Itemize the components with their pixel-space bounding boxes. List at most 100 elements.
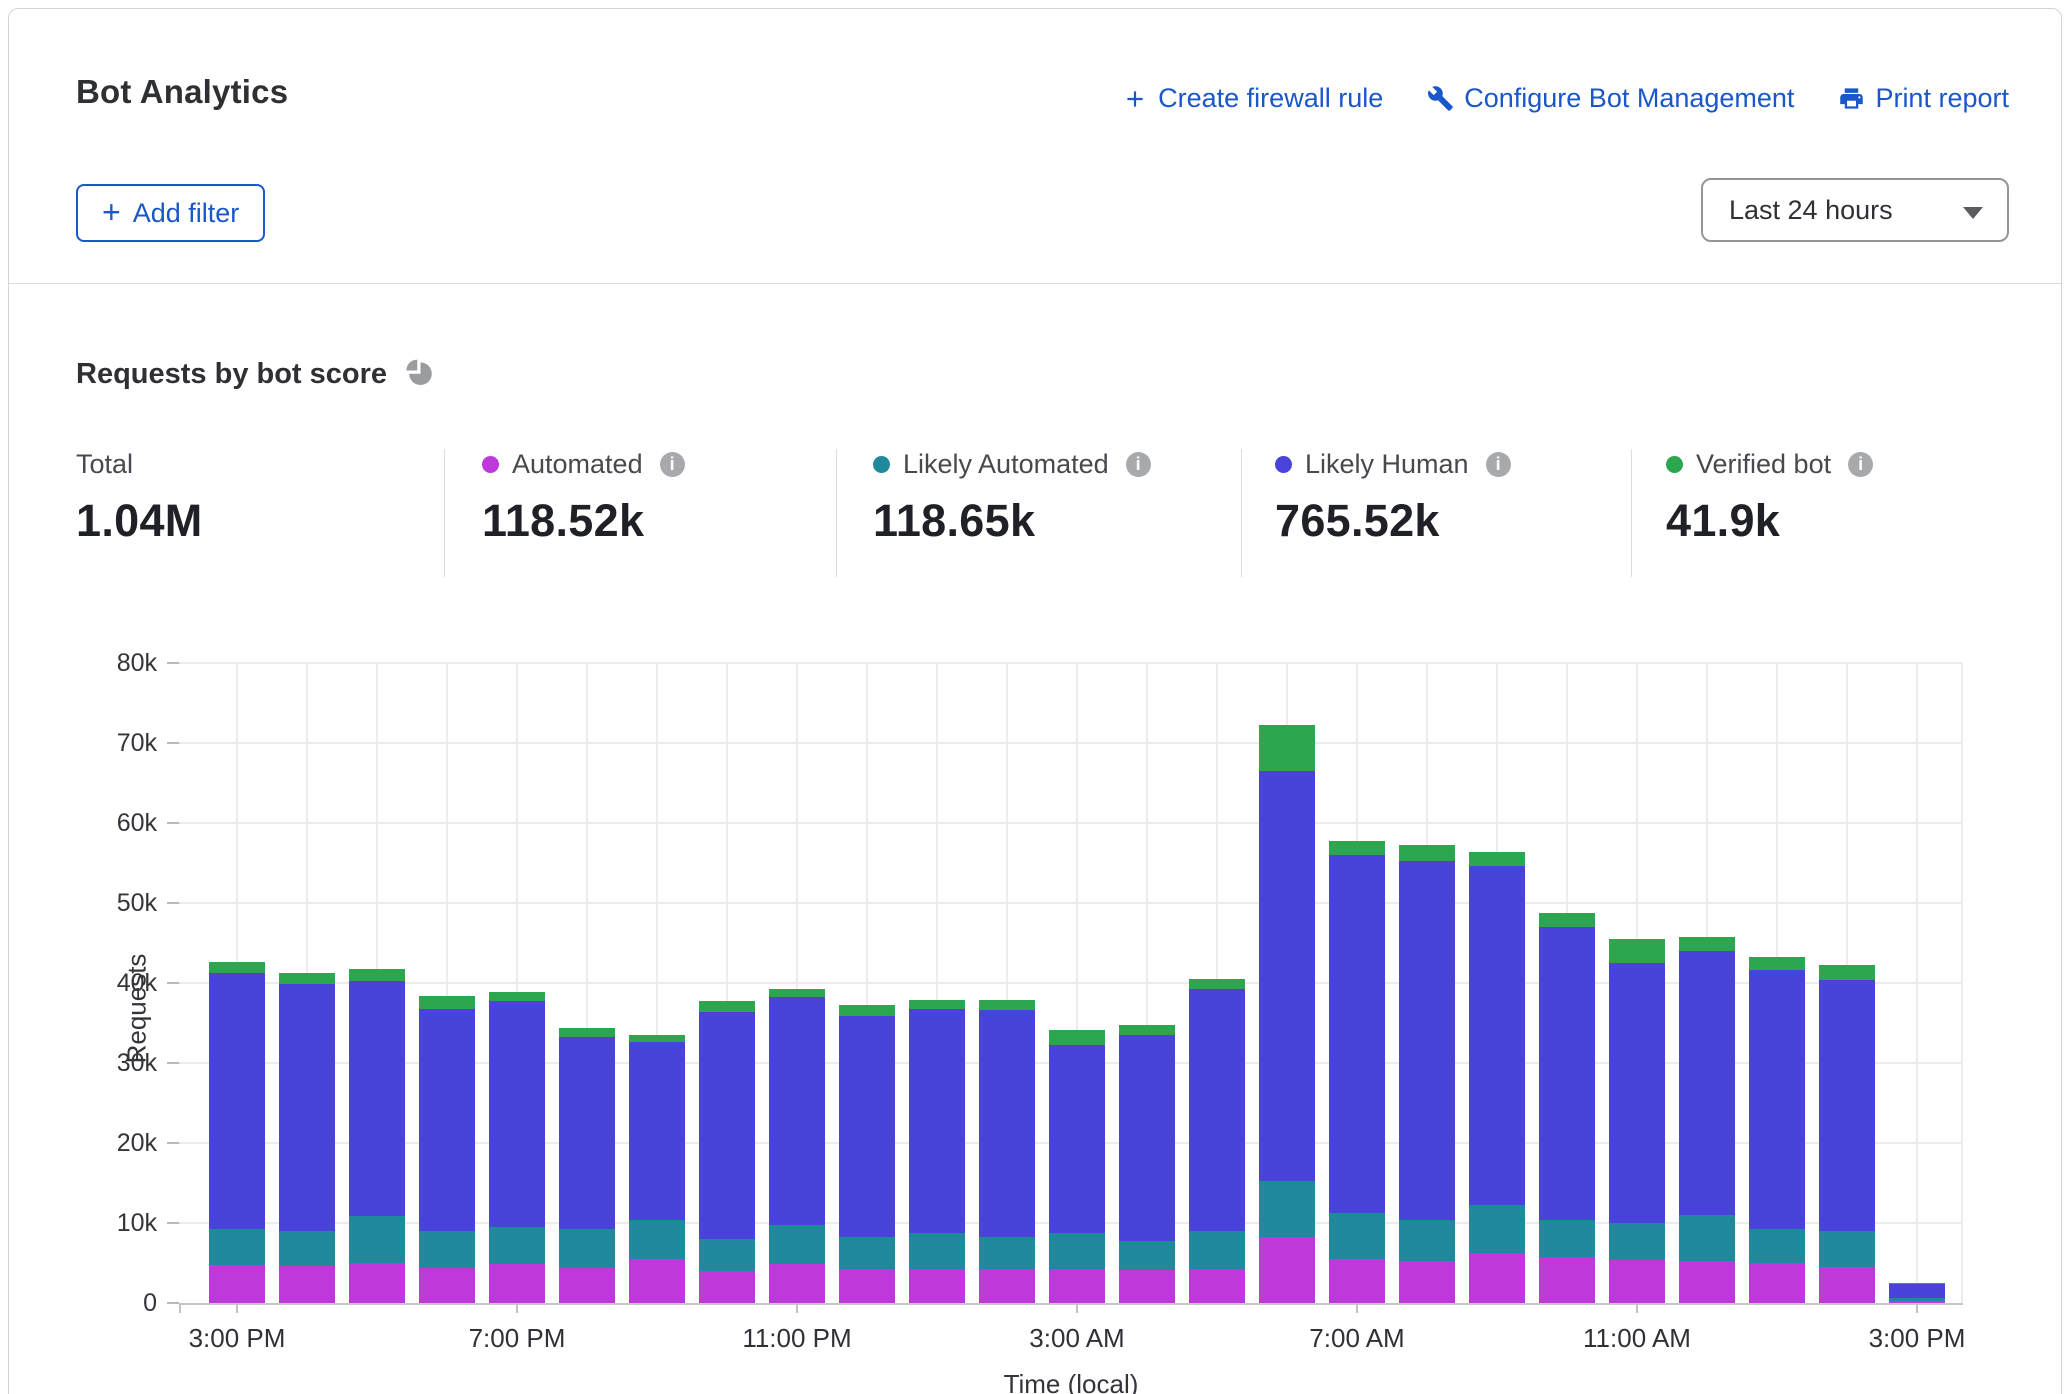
stat-label: Total (76, 449, 133, 480)
time-range-value: Last 24 hours (1729, 195, 1893, 226)
bar-segment-verified-bot (979, 1000, 1035, 1010)
create-firewall-rule-link[interactable]: Create firewall rule (1122, 83, 1383, 114)
chart-bar[interactable] (1399, 845, 1455, 1303)
bar-segment-likely-human (279, 984, 335, 1231)
bot-analytics-page: Bot Analytics Create firewall rule Confi… (0, 0, 2070, 1394)
y-tick-label: 30k (39, 1050, 157, 1076)
bar-segment-verified-bot (489, 992, 545, 1002)
chart-bar[interactable] (1329, 841, 1385, 1303)
bar-segment-likely-human (1049, 1045, 1105, 1233)
stat-divider (1241, 449, 1242, 577)
bar-segment-verified-bot (1469, 852, 1525, 866)
info-icon[interactable]: i (1126, 452, 1151, 477)
chart-bar[interactable] (419, 996, 475, 1303)
x-tick-label: 3:00 AM (997, 1323, 1157, 1354)
y-tick-label: 60k (39, 810, 157, 836)
stat-label: Likely Human (1305, 449, 1469, 480)
bar-segment-verified-bot (209, 962, 265, 972)
bar-segment-likely-human (209, 973, 265, 1230)
time-range-select[interactable]: Last 24 hours (1701, 178, 2009, 242)
chart-bar[interactable] (699, 1001, 755, 1303)
bar-segment-likely-human (419, 1009, 475, 1231)
bar-segment-likely-human (489, 1001, 545, 1227)
chart-bar[interactable] (1119, 1025, 1175, 1303)
stat-label: Likely Automated (903, 449, 1109, 480)
x-tick (516, 1303, 518, 1313)
bar-segment-verified-bot (1539, 913, 1595, 927)
chart-bar[interactable] (489, 992, 545, 1303)
bar-segment-verified-bot (839, 1005, 895, 1015)
chart-bar[interactable] (839, 1005, 895, 1303)
chart-bar[interactable] (1469, 852, 1525, 1303)
chart-bar[interactable] (909, 1000, 965, 1303)
chart-bar[interactable] (279, 973, 335, 1303)
configure-bot-management-link[interactable]: Configure Bot Management (1427, 83, 1794, 114)
y-tick-label: 50k (39, 890, 157, 916)
bar-segment-automated (1679, 1261, 1735, 1303)
bar-segment-likely-automated (1819, 1231, 1875, 1267)
plus-icon: + (102, 196, 121, 228)
bar-segment-likely-human (1189, 989, 1245, 1231)
bar-segment-likely-automated (1329, 1213, 1385, 1259)
chart-bar[interactable] (629, 1035, 685, 1303)
bar-segment-verified-bot (699, 1001, 755, 1012)
bar-segment-likely-automated (1539, 1220, 1595, 1258)
chart-bar[interactable] (559, 1028, 615, 1303)
add-filter-label: Add filter (133, 198, 240, 229)
bar-segment-automated (839, 1269, 895, 1303)
bar-segment-likely-human (839, 1016, 895, 1238)
stat-verified-bot: Verified bot i 41.9k (1666, 449, 1873, 547)
chart-bar[interactable] (979, 1000, 1035, 1303)
chart-bar[interactable] (1049, 1030, 1105, 1303)
stat-likely-human: Likely Human i 765.52k (1275, 449, 1511, 547)
plot-area: Requests Time (local) 010k20k30k40k50k60… (179, 663, 1963, 1303)
x-axis-title: Time (local) (179, 1369, 1963, 1394)
chart-bar[interactable] (1679, 937, 1735, 1303)
bar-segment-verified-bot (629, 1035, 685, 1042)
bar-segment-verified-bot (1679, 937, 1735, 951)
legend-dot-automated (482, 456, 499, 473)
info-icon[interactable]: i (660, 452, 685, 477)
bar-segment-likely-automated (279, 1231, 335, 1266)
chart-bar[interactable] (209, 962, 265, 1303)
action-label: Configure Bot Management (1464, 83, 1794, 114)
page-title: Bot Analytics (76, 73, 288, 111)
stat-value: 118.52k (482, 495, 685, 547)
bar-segment-automated (979, 1269, 1035, 1303)
print-report-link[interactable]: Print report (1838, 83, 2009, 114)
y-tick (167, 982, 179, 984)
bar-segment-likely-human (979, 1010, 1035, 1236)
bar-segment-likely-automated (839, 1237, 895, 1268)
add-filter-button[interactable]: + Add filter (76, 184, 265, 242)
chart-bar[interactable] (1539, 913, 1595, 1303)
bar-segment-likely-automated (1749, 1229, 1805, 1263)
stat-value: 41.9k (1666, 495, 1873, 547)
x-tick (796, 1303, 798, 1313)
bar-segment-likely-automated (769, 1225, 825, 1263)
bar-segment-likely-automated (349, 1216, 405, 1263)
chart-bar[interactable] (769, 989, 825, 1303)
chart-bar[interactable] (1609, 939, 1665, 1303)
bar-segment-verified-bot (1609, 939, 1665, 963)
wrench-icon (1427, 85, 1454, 112)
bar-segment-likely-human (349, 981, 405, 1215)
stat-total: Total 1.04M (76, 449, 203, 547)
bar-segment-automated (769, 1264, 825, 1303)
info-icon[interactable]: i (1848, 452, 1873, 477)
chart-bar[interactable] (1189, 979, 1245, 1303)
bar-segment-verified-bot (909, 1000, 965, 1009)
bar-segment-likely-human (1679, 951, 1735, 1215)
bar-segment-likely-automated (1399, 1220, 1455, 1262)
stat-divider (444, 449, 445, 577)
chart-bar[interactable] (1889, 1283, 1945, 1303)
header-actions: Create firewall rule Configure Bot Manag… (1122, 83, 2009, 114)
chart-bar[interactable] (349, 969, 405, 1303)
chart-bar[interactable] (1749, 957, 1805, 1303)
bar-segment-automated (1049, 1269, 1105, 1303)
chart-bar[interactable] (1819, 965, 1875, 1303)
bar-segment-likely-human (1609, 963, 1665, 1223)
info-icon[interactable]: i (1486, 452, 1511, 477)
bot-analytics-card: Bot Analytics Create firewall rule Confi… (8, 8, 2062, 1394)
chart-bar[interactable] (1259, 725, 1315, 1303)
bar-segment-verified-bot (419, 996, 475, 1009)
